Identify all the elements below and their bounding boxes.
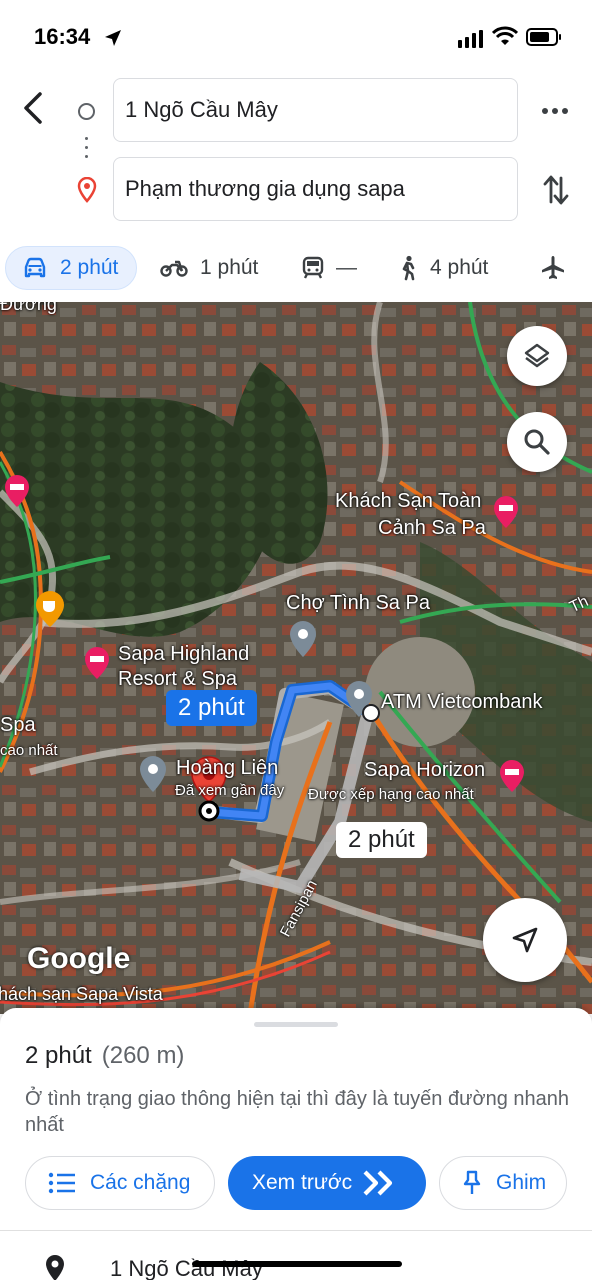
layers-icon (524, 343, 550, 368)
search-icon (524, 429, 550, 455)
alt-route-duration-badge[interactable]: 2 phút (336, 822, 427, 858)
map-label-road: Đường (0, 302, 57, 314)
airplane-icon (542, 256, 564, 279)
route-start-marker (362, 704, 380, 722)
route-distance: (260 m) (101, 1042, 185, 1069)
tab-walking[interactable]: 4 phút (398, 246, 488, 290)
map-label-place: Chợ Tình Sa Pa (286, 592, 430, 614)
home-indicator[interactable] (192, 1261, 402, 1267)
origin-input[interactable]: 1 Ngõ Cầu Mây (113, 78, 518, 142)
train-icon (302, 256, 324, 279)
route-description: Ở tình trạng giao thông hiện tại thì đây… (25, 1088, 570, 1136)
hotel-marker-icon[interactable] (499, 759, 525, 793)
sheet-drag-handle[interactable] (254, 1022, 338, 1027)
location-pin-icon (46, 1255, 64, 1280)
back-arrow-icon[interactable] (18, 88, 50, 128)
divider (0, 1230, 592, 1231)
tab-motorbike-label: 1 phút (200, 256, 259, 279)
double-chevron-right-icon (363, 1170, 393, 1196)
status-time: 16:34 (34, 24, 91, 49)
pin-button-label: Ghim (496, 1171, 547, 1194)
tab-motorbike[interactable]: 1 phút (160, 246, 258, 290)
tab-walking-label: 4 phút (430, 256, 489, 279)
tab-transit-label: — (336, 256, 357, 279)
search-along-route-button[interactable] (507, 412, 567, 472)
tab-flight[interactable] (540, 246, 578, 290)
recenter-button[interactable] (483, 898, 567, 982)
navigation-arrow-icon (512, 927, 538, 953)
car-icon (24, 257, 46, 278)
google-watermark: Google (27, 942, 131, 975)
destination-input[interactable]: Phạm thương gia dụng sapa (113, 157, 518, 221)
hotel-marker-icon[interactable] (84, 646, 110, 680)
map-label-place: Cảnh Sa Pa (378, 517, 486, 539)
map-label-place: Khách sạn Sapa Vista (0, 984, 163, 1004)
place-marker-icon[interactable] (289, 620, 317, 658)
origin-circle-icon (78, 103, 95, 120)
steps-button-label: Các chặng (90, 1171, 191, 1194)
status-bar: 16:34 (0, 0, 592, 74)
motorbike-icon (160, 260, 188, 277)
hotel-marker-icon[interactable] (493, 495, 519, 529)
step-origin-label: 1 Ngõ Cầu Mây (110, 1256, 263, 1280)
swap-directions-icon[interactable] (542, 172, 570, 208)
map-label-sub: Đã xem gần đây (175, 782, 285, 799)
tab-driving[interactable]: 2 phút (5, 246, 137, 290)
route-dots-icon (85, 137, 88, 164)
travel-mode-tabs: 2 phút 1 phút — 4 phút (0, 246, 592, 292)
battery-icon (526, 28, 561, 46)
pushpin-icon (463, 1170, 481, 1194)
map-label-place: Resort & Spa (118, 668, 237, 690)
location-arrow-icon (105, 30, 121, 46)
map-label-sub: cao nhất (0, 742, 58, 759)
more-options-icon[interactable] (541, 99, 569, 123)
map-label-place: Khách Sạn Toàn (335, 490, 482, 512)
pin-button[interactable]: Ghim (439, 1156, 567, 1210)
route-eta: 2 phút (260 m) (25, 1042, 184, 1070)
map-label-place: Spa (0, 714, 36, 736)
cellular-signal-icon (458, 30, 483, 48)
map-label-place: Sapa Highland (118, 643, 250, 665)
tab-transit[interactable]: — (302, 246, 357, 290)
route-duration-badge[interactable]: 2 phút (166, 690, 257, 726)
list-icon (48, 1172, 75, 1194)
walking-icon (402, 255, 415, 281)
wifi-icon (492, 26, 518, 45)
map-label-place: ATM Vietcombank (381, 691, 543, 713)
preview-button-label: Xem trước (252, 1171, 353, 1194)
map-label-place: Hoàng Liên (176, 757, 279, 779)
route-duration: 2 phút (25, 1042, 92, 1069)
preview-button[interactable]: Xem trước (228, 1156, 426, 1210)
route-summary-sheet: 2 phút (260 m) Ở tình trạng giao thông hi… (0, 1008, 592, 1280)
steps-button[interactable]: Các chặng (25, 1156, 215, 1210)
map-label-place: Sapa Horizon (364, 759, 486, 781)
map-view[interactable]: Đường Khách Sạn Toàn Cảnh Sa Pa Chợ Tình… (0, 302, 592, 1014)
hotel-marker-icon[interactable] (4, 474, 30, 508)
layers-button[interactable] (507, 326, 567, 386)
destination-pin-icon (77, 177, 97, 203)
place-marker-icon[interactable] (139, 755, 167, 793)
map-label-sub: Được xếp hạng cao nhất (308, 786, 474, 803)
tab-driving-label: 2 phút (60, 256, 119, 279)
cafe-marker-icon[interactable] (35, 590, 65, 628)
